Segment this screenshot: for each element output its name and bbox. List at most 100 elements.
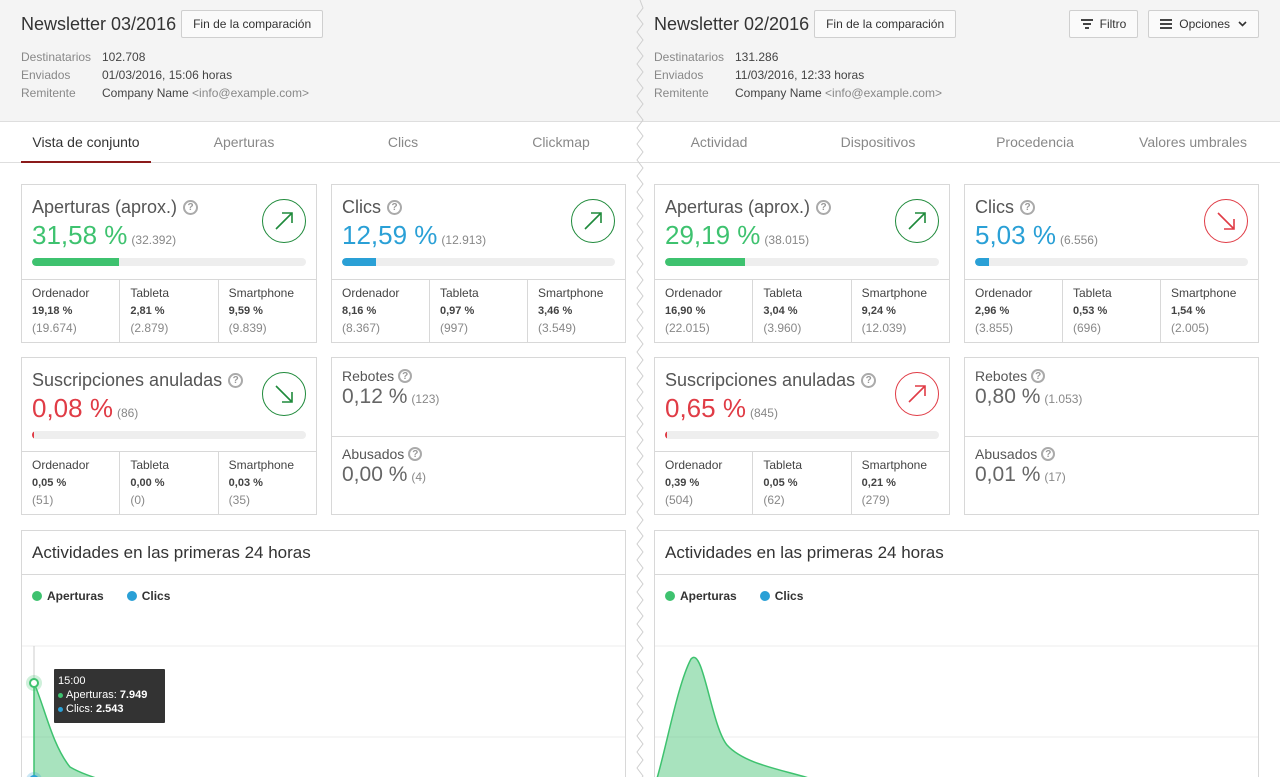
activity-plot[interactable] [655,575,1259,777]
device-pct: 0,00 % [130,476,165,489]
device-pct: 0,05 % [32,476,67,489]
help-icon[interactable]: ? [861,373,877,388]
device-breakdown: Ordenador 8,16 % (8.367) Tableta 0,97 % (997… [332,279,625,342]
tooltip-value: 7.949 [119,689,148,701]
device-abs: (3.960) [763,321,802,335]
device-pct: 3,46 % [538,304,573,317]
device-pct: 0,97 % [440,304,475,317]
rate-absolute: (12.913) [441,233,487,247]
progress-fill [32,258,119,266]
tab-clicks[interactable]: Clics [338,122,468,163]
bounces-rate: 0,12 % [342,385,408,408]
tab-overview[interactable]: Vista de conjunto [21,122,151,163]
end-comparison-button[interactable]: Fin de la comparación [181,10,324,38]
device-abs: (2.005) [1171,321,1210,335]
tab-devices[interactable]: Dispositivos [813,122,943,163]
tab-opens[interactable]: Aperturas [179,122,309,163]
device-name: Smartphone [861,286,928,300]
card-title: Clics [342,197,381,217]
device-pct: 0,03 % [228,476,263,489]
newsletter-right-header: Newsletter 02/2016 Fin de la comparación… [654,10,957,102]
abuse-section: Abusados? 0,00 % (4) [332,436,625,487]
device-pct: 2,96 % [975,304,1010,317]
help-icon[interactable]: ? [398,369,413,383]
progress-fill [342,258,377,266]
top-actions: Filtro Opciones [1068,10,1259,38]
section-title: Abusados [975,446,1038,462]
device-abs: (35) [228,493,250,507]
help-icon[interactable]: ? [228,373,244,388]
unsubscribes-card: Suscripciones anuladas? 0,08 % (86) Orden… [21,357,317,515]
abuse-rate: 0,00 % [342,463,408,486]
sender-email: <info@example.com> [825,86,942,100]
chart-title: Actividades en las primeras 24 horas [22,531,625,575]
device-name: Smartphone [228,458,295,472]
progress-fill [975,258,989,266]
meta-value: Company Name <info@example.com> [735,84,942,102]
chart-title: Actividades en las primeras 24 horas [655,531,1258,575]
help-icon[interactable]: ? [183,200,199,215]
menu-icon [1160,17,1173,31]
device-name: Smartphone [861,458,928,472]
device-pct: 8,16 % [342,304,377,317]
newsletter-meta: Destinatarios 102.708 Enviados 01/03/2016,… [21,48,323,102]
section-title: Rebotes [342,368,395,384]
tab-clickmap[interactable]: Clickmap [496,122,626,163]
filter-button[interactable]: Filtro [1068,10,1139,38]
meta-value: 11/03/2016, 12:33 horas [735,68,865,82]
arrow-up-right-icon [895,199,939,243]
bounces-section: Rebotes? 0,12 % (123) [332,358,625,409]
device-abs: (3.549) [538,321,577,335]
options-button[interactable]: Opciones [1148,10,1259,38]
tab-activity[interactable]: Actividad [654,122,784,163]
options-label: Opciones [1179,17,1230,31]
help-icon[interactable]: ? [1031,369,1046,383]
help-icon[interactable]: ? [1041,447,1056,461]
opens-point[interactable] [29,678,39,688]
tab-thresholds[interactable]: Valores umbrales [1128,122,1258,163]
activity-chart-right: Actividades en las primeras 24 horas Ape… [654,530,1259,777]
help-icon[interactable]: ? [408,447,423,461]
opens-progress-bar [665,258,939,266]
help-icon[interactable]: ? [1020,200,1035,215]
progress-fill [665,431,668,439]
tooltip-label: Clics: [66,703,93,715]
tab-origin[interactable]: Procedencia [970,122,1100,163]
device-name: Tableta [130,286,170,300]
filter-label: Filtro [1099,17,1127,31]
bounces-abuse-card: Rebotes? 0,80 % (1.053) Abusados? 0,01 %(… [964,357,1259,515]
meta-value: 102.708 [102,50,146,64]
device-abs: (0) [130,493,145,507]
card-title: Aperturas (aprox.) [665,197,811,217]
help-icon[interactable]: ? [387,200,402,215]
device-abs: (9.839) [228,321,267,335]
device-abs: (3.855) [975,321,1014,335]
device-breakdown: Ordenador 19,18 % (19.674) Tableta 2,81 % (2… [22,279,316,342]
device-abs: (8.367) [342,321,381,335]
device-name: Tableta [130,458,170,472]
device-breakdown: Ordenador 0,05 % (51) Tableta 0,00 % (0) Sma… [22,451,316,514]
device-name: Ordenador [975,286,1033,300]
help-icon[interactable]: ? [816,200,832,215]
device-pct: 2,81 % [130,304,165,317]
tooltip-value: 2.543 [95,703,124,715]
device-name: Ordenador [665,458,723,472]
device-breakdown: Ordenador 0,39 % (504) Tableta 0,05 % (62) S… [655,451,949,514]
device-abs: (997) [440,321,469,335]
device-name: Smartphone [538,286,604,300]
newsletter-title: Newsletter 03/2016 [21,13,177,34]
device-pct: 16,90 % [665,304,706,317]
device-name: Tableta [440,286,479,300]
rate-value: 0,08 % [32,393,113,423]
opens-card: Aperturas (aprox.)? 31,58 % (32.392) Orde… [21,184,317,343]
tooltip-dot [58,706,63,712]
device-breakdown: Ordenador 16,90 % (22.015) Tableta 3,04 % (3… [655,279,949,342]
device-name: Tableta [1073,286,1112,300]
end-comparison-button[interactable]: Fin de la comparación [814,10,957,38]
rate-value: 29,19 % [665,220,761,250]
device-abs: (51) [32,493,54,507]
bounces-absolute: (1.053) [1044,392,1083,406]
device-pct: 1,54 % [1171,304,1206,317]
meta-key: Remitente [21,86,76,100]
arrow-up-right-icon [895,372,939,416]
